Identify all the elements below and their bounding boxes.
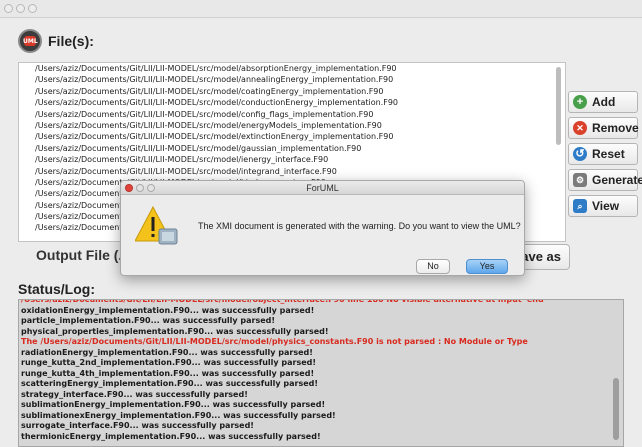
dialog-message: The XMI document is generated with the w… [198, 221, 521, 231]
log-line: thermionicEnergy_implementation.F90... w… [21, 431, 321, 441]
generate-button[interactable]: ⚙ Generate [568, 169, 642, 191]
reset-icon: ↺ [573, 147, 587, 161]
files-header: UML File(s): [18, 28, 94, 54]
log-error-line: The /Users/aziz/Documents/Git/LII/LII-MO… [21, 337, 528, 346]
log-line: physical_properties_implementation.F90..… [21, 326, 329, 336]
reset-label: Reset [592, 147, 625, 161]
file-list-item[interactable]: /Users/aziz/Documents/Git/LII/LII-MODEL/… [19, 120, 565, 131]
zoom-window-button[interactable] [28, 4, 37, 13]
gear-icon: ⚙ [573, 173, 587, 187]
log-scrollbar[interactable] [613, 378, 619, 440]
file-list-item[interactable]: /Users/aziz/Documents/Git/LII/LII-MODEL/… [19, 166, 565, 177]
dialog-title: ForUML [306, 183, 339, 193]
log-line: particle_implementation.F90... was succe… [21, 316, 276, 325]
confirm-dialog: ForUML The XMI document is generated wit… [120, 180, 525, 276]
log-line: runge_kutta_4th_implementation.F90... wa… [21, 368, 315, 378]
remove-button[interactable]: ✕ Remove [568, 117, 639, 139]
yes-button[interactable]: Yes [466, 259, 508, 274]
foruml-logo-icon: UML [18, 29, 42, 53]
no-button[interactable]: No [416, 259, 450, 274]
status-log-area[interactable]: /Users/aziz/Documents/Git/LII/LII-MODEL/… [18, 299, 624, 447]
add-label: Add [592, 95, 616, 109]
reset-button[interactable]: ↺ Reset [568, 143, 638, 165]
minimize-window-button[interactable] [16, 4, 25, 13]
remove-label: Remove [592, 121, 639, 135]
magnifier-icon: ⌕ [573, 199, 587, 213]
log-line: oxidationEnergy_implementation.F90... wa… [21, 305, 315, 315]
generate-label: Generate [592, 173, 642, 187]
log-line: radiationEnergy_implementation.F90... wa… [21, 347, 313, 357]
log-line: strategy_interface.F90... was successful… [21, 389, 248, 399]
file-list-item[interactable]: /Users/aziz/Documents/Git/LII/LII-MODEL/… [19, 97, 565, 108]
log-error-line: /Users/aziz/Documents/Git/LII/LII-MODEL/… [21, 299, 547, 304]
dialog-titlebar: ForUML [121, 181, 524, 195]
log-line: scatteringEnergy_implementation.F90... w… [21, 379, 319, 388]
file-list-item[interactable]: /Users/aziz/Documents/Git/LII/LII-MODEL/… [19, 86, 565, 97]
file-list-item[interactable]: /Users/aziz/Documents/Git/LII/LII-MODEL/… [19, 109, 565, 120]
file-list-scrollbar[interactable] [556, 67, 561, 145]
log-line: sublimationEnergy_implementation.F90... … [21, 400, 326, 409]
status-log-label: Status/Log: [18, 281, 95, 297]
view-button[interactable]: ⌕ View [568, 195, 638, 217]
remove-icon: ✕ [573, 121, 587, 135]
file-list-item[interactable]: /Users/aziz/Documents/Git/LII/LII-MODEL/… [19, 143, 565, 154]
file-list-item[interactable]: /Users/aziz/Documents/Git/LII/LII-MODEL/… [19, 63, 565, 74]
files-title: File(s): [48, 33, 94, 49]
close-window-button[interactable] [4, 4, 13, 13]
view-label: View [592, 199, 620, 213]
log-line: surrogate_interface.F90... was successfu… [21, 421, 254, 430]
file-list-item[interactable]: /Users/aziz/Documents/Git/LII/LII-MODEL/… [19, 131, 565, 142]
log-line: sublimationexEnergy_implementation.F90..… [21, 410, 336, 420]
file-list-item[interactable]: /Users/aziz/Documents/Git/LII/LII-MODEL/… [19, 154, 565, 165]
file-list-item[interactable]: /Users/aziz/Documents/Git/LII/LII-MODEL/… [19, 74, 565, 85]
log-line: runge_kutta_2nd_implementation.F90... wa… [21, 358, 317, 367]
warning-icon [134, 205, 179, 252]
plus-icon: + [573, 95, 587, 109]
window-titlebar [0, 0, 642, 18]
add-button[interactable]: + Add [568, 91, 638, 113]
